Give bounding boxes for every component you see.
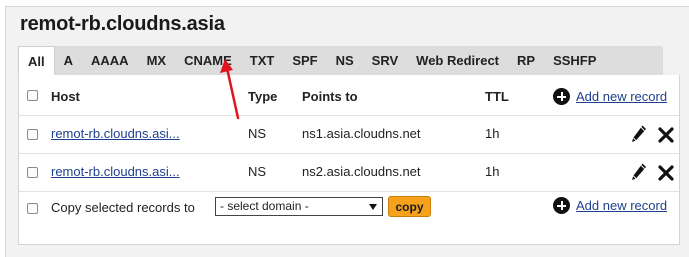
- table-row: remot-rb.cloudns.asi... NS ns1.asia.clou…: [19, 115, 679, 154]
- tab-aaaa[interactable]: AAAA: [82, 46, 138, 75]
- tab-sshfp[interactable]: SSHFP: [544, 46, 605, 75]
- plus-circle-icon: [553, 197, 570, 214]
- points-to-column-header: Points to: [302, 89, 358, 104]
- ttl-value: 1h: [485, 164, 500, 179]
- chevron-down-icon: [369, 204, 377, 210]
- record-type: NS: [248, 164, 267, 179]
- pencil-icon[interactable]: [630, 124, 648, 144]
- host-link[interactable]: remot-rb.cloudns.asi...: [51, 126, 180, 141]
- ttl-value: 1h: [485, 126, 500, 141]
- points-to-value: ns2.asia.cloudns.net: [302, 164, 421, 179]
- close-icon[interactable]: [657, 163, 675, 183]
- add-new-record-footer-button[interactable]: Add new record: [553, 197, 667, 214]
- host-link[interactable]: remot-rb.cloudns.asi...: [51, 164, 180, 179]
- add-new-record-link[interactable]: Add new record: [576, 89, 667, 104]
- type-column-header: Type: [248, 89, 278, 104]
- annotation-arrow-icon: [220, 59, 240, 120]
- page-title: remot-rb.cloudns.asia: [20, 13, 225, 35]
- plus-circle-icon: [553, 88, 570, 105]
- records-table: Host Type Points to TTL Add new record r…: [18, 75, 680, 245]
- pencil-icon[interactable]: [630, 162, 648, 182]
- add-new-record-header-button[interactable]: Add new record: [553, 88, 667, 105]
- row-checkbox[interactable]: [27, 167, 38, 178]
- select-all-checkbox[interactable]: [27, 90, 38, 101]
- points-to-value: ns1.asia.cloudns.net: [302, 126, 421, 141]
- copy-records-label: Copy selected records to: [51, 200, 195, 215]
- tab-all[interactable]: All: [18, 46, 55, 75]
- add-new-record-link[interactable]: Add new record: [576, 198, 667, 213]
- tab-srv[interactable]: SRV: [363, 46, 408, 75]
- tab-ns[interactable]: NS: [327, 46, 363, 75]
- tab-rp[interactable]: RP: [508, 46, 544, 75]
- table-row: remot-rb.cloudns.asi... NS ns2.asia.clou…: [19, 153, 679, 192]
- close-icon[interactable]: [657, 125, 675, 145]
- record-type: NS: [248, 126, 267, 141]
- tab-web-redirect[interactable]: Web Redirect: [407, 46, 508, 75]
- ttl-column-header: TTL: [485, 89, 509, 104]
- record-type-tabs: All A AAAA MX CNAME TXT SPF NS SRV Web R…: [18, 46, 663, 75]
- tab-mx[interactable]: MX: [138, 46, 176, 75]
- tab-a[interactable]: A: [55, 46, 82, 75]
- domain-select[interactable]: - select domain -: [215, 197, 383, 216]
- row-checkbox[interactable]: [27, 129, 38, 140]
- host-column-header: Host: [51, 89, 80, 104]
- copy-button[interactable]: copy: [388, 196, 431, 217]
- domain-select-value: - select domain -: [220, 199, 309, 213]
- table-header-row: Host Type Points to TTL Add new record: [19, 77, 679, 116]
- copy-select-checkbox[interactable]: [27, 203, 38, 214]
- tab-spf[interactable]: SPF: [283, 46, 326, 75]
